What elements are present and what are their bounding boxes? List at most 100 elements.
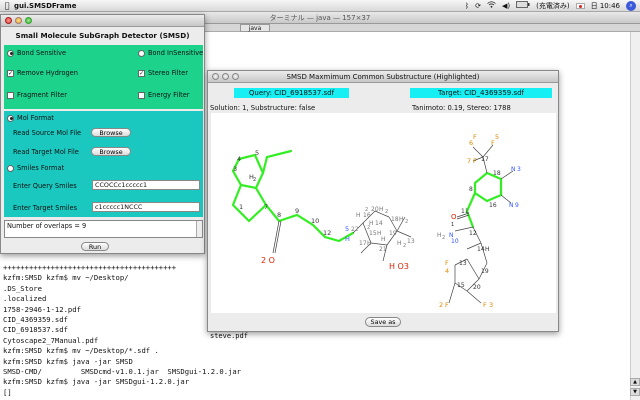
query-atom-label: 12 (323, 229, 331, 237)
target-atom-label: 16 (489, 202, 497, 209)
query-atom-label: 9 (295, 207, 299, 215)
close-icon[interactable] (5, 17, 12, 24)
query-atom-label: H (381, 236, 386, 243)
query-atom-label: 2 (385, 209, 388, 215)
bond-sensitive-option[interactable]: Bond Sensitive (7, 49, 66, 57)
target-atom-label: N (509, 202, 514, 209)
target-atom-label: 3 (517, 166, 521, 173)
textarea-scrollbar[interactable] (196, 221, 202, 237)
terminal-hidden-file: steve.pdf (210, 332, 248, 340)
target-plain-bonds (448, 144, 514, 304)
terminal-line: kzfm:SMSD kzfm$ java -jar SMSD (3, 356, 133, 366)
terminal-cursor: [] (3, 387, 12, 397)
scroll-up-button[interactable]: ▲ (630, 378, 640, 386)
apple-menu-icon[interactable]:  (0, 1, 14, 10)
query-atom-label: 2 (405, 219, 408, 225)
query-atom-label: 7 (264, 203, 268, 211)
target-atom-label: F (483, 301, 487, 309)
query-atom-label: 14 (375, 220, 383, 227)
scroll-down-button[interactable]: ▼ (630, 388, 640, 396)
target-atom-label: F (445, 301, 449, 309)
checkbox-checked-icon[interactable]: ✓ (138, 69, 145, 77)
query-oxygen-label: 2 O (261, 256, 275, 265)
spotlight-icon[interactable]: ⌕ (626, 0, 636, 11)
remove-hydrogen-option[interactable]: ✓ Remove Hydrogen (7, 69, 78, 77)
target-atom-label: 2 (442, 235, 445, 241)
menubar:  gui.SMSDFrame ᛒ ⟳ ◀) (充電済み) 日 10:46 ⌕ (0, 0, 640, 12)
menubar-clock[interactable]: 日 10:46 (591, 1, 620, 11)
query-atom-label: H (399, 216, 404, 223)
terminal-line: kzfm:SMSD kzfm$ mv ~/Desktop/ (3, 273, 129, 283)
fragment-filter-option[interactable]: Fragment Filter (7, 91, 67, 99)
save-as-button[interactable]: Save as (365, 317, 401, 327)
terminal-line: ++++++++++++++++++++++++++++++++++++++++ (3, 263, 177, 272)
target-atom-label: N (511, 166, 516, 173)
battery-icon[interactable] (516, 1, 530, 10)
target-atom-label: 2 (439, 301, 443, 309)
target-atom-label: 18 (493, 170, 501, 177)
query-banner: Query: CID_6918537.sdf (234, 88, 349, 98)
smsd-frame-titlebar[interactable] (1, 15, 204, 27)
query-atom-label: 5 (255, 149, 259, 157)
minimize-icon[interactable] (222, 73, 229, 80)
query-smiles-input[interactable]: CCOCCc1ccccc1 (92, 180, 200, 190)
mcs-result-titlebar[interactable]: SMSD Maxmimum Common Substructure (Highl… (208, 71, 558, 83)
terminal-output[interactable]: ++++++++++++++++++++++++++++++++++++++++… (3, 263, 241, 398)
target-atom-label: 7 (467, 157, 471, 165)
target-oxygen-label: O (451, 213, 457, 221)
query-atom-label: 15 (369, 230, 377, 237)
checkbox-icon[interactable] (138, 91, 145, 99)
run-button[interactable]: Run (81, 242, 109, 251)
wifi-icon[interactable] (487, 1, 496, 10)
overlaps-output[interactable]: Number of overlaps = 9 (4, 220, 203, 238)
terminal-tab-java[interactable]: java (240, 24, 270, 32)
energy-filter-option[interactable]: Energy Filter (138, 91, 190, 99)
target-atom-label: 10 (451, 238, 459, 245)
terminal-scrollbar[interactable] (630, 32, 640, 400)
menubar-app-name[interactable]: gui.SMSDFrame (14, 2, 76, 10)
browse-source-button[interactable]: Browse (91, 128, 131, 137)
structure-canvas[interactable]: 3 4 5 H 2 1 7 8 9 10 12 2 O 5 H H 16 20 … (211, 113, 556, 313)
target-molecule (465, 171, 503, 229)
radio-icon[interactable] (7, 49, 14, 57)
radio-icon[interactable] (138, 49, 145, 57)
terminal-line: .DS_Store (3, 283, 42, 293)
sync-icon[interactable]: ⟳ (475, 2, 481, 10)
checkbox-icon[interactable] (7, 91, 14, 99)
target-atom-label: 8 (469, 186, 473, 193)
terminal-line: 1758-2946-1-12.pdf (3, 304, 81, 314)
query-atom-label: 10 (311, 217, 319, 225)
radio-icon[interactable] (7, 164, 14, 172)
zoom-icon[interactable] (25, 17, 32, 24)
stereo-filter-option[interactable]: ✓ Stereo Filter (138, 69, 188, 77)
browse-target-button[interactable]: Browse (91, 147, 131, 156)
query-atom-label: 8 (277, 211, 281, 219)
bluetooth-icon[interactable]: ᛒ (465, 2, 469, 10)
query-smiles-label: Enter Query Smiles (13, 182, 77, 190)
mcs-chain-bond (261, 149, 293, 175)
zoom-icon[interactable] (232, 73, 239, 80)
target-smiles-input[interactable]: c1ccccc1NCCC (92, 202, 200, 212)
radio-icon[interactable] (7, 114, 14, 122)
volume-icon[interactable]: ◀) (502, 2, 510, 10)
terminal-line: CID_6918537.sdf (3, 325, 68, 335)
smiles-format-option[interactable]: Smiles Format (7, 164, 64, 172)
query-atom-label: 13 (407, 238, 415, 245)
target-atom-label: 15 (457, 282, 465, 289)
query-ho3-label: H O3 (389, 262, 409, 271)
close-icon[interactable] (212, 73, 219, 80)
flag-icon[interactable] (575, 2, 585, 9)
minimize-icon[interactable] (15, 17, 22, 24)
query-atom-label: H (397, 240, 402, 247)
query-nitrogen-h-label: H (345, 235, 350, 243)
query-atom-label: 4 (237, 155, 241, 163)
target-atom-label: 12 (469, 230, 477, 237)
query-atom-label: 18 (391, 216, 399, 223)
query-atom-label: 2 (253, 177, 256, 183)
checkbox-checked-icon[interactable]: ✓ (7, 69, 14, 77)
mol-format-option[interactable]: Mol Format (7, 114, 54, 122)
bond-insensitive-option[interactable]: Bond InSensitive (138, 49, 203, 57)
mcs-chain-bond (254, 186, 355, 243)
query-atom-label: H (367, 240, 372, 247)
battery-status: (充電済み) (536, 1, 570, 10)
